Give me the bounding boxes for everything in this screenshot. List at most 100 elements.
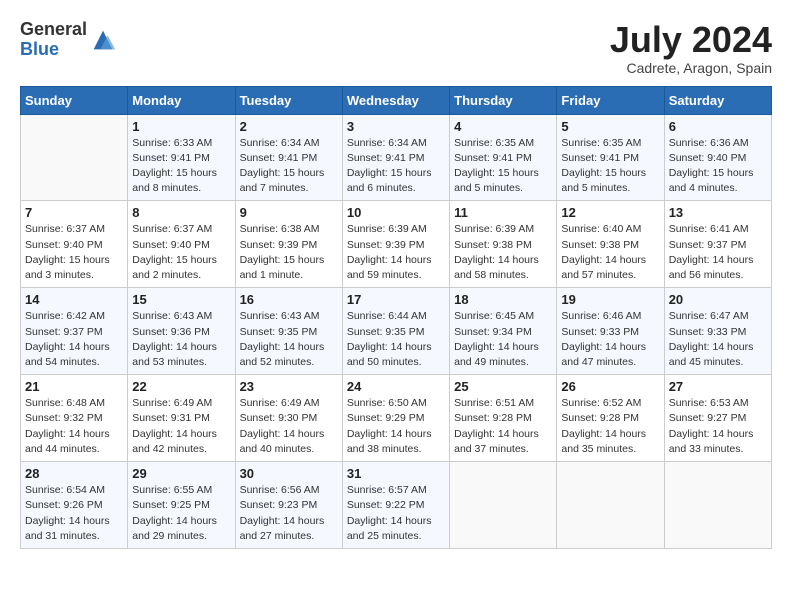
cell-daylight-info: Sunrise: 6:55 AM Sunset: 9:25 PM Dayligh… xyxy=(132,483,230,544)
calendar-cell: 29 Sunrise: 6:55 AM Sunset: 9:25 PM Dayli… xyxy=(128,462,235,549)
calendar-cell xyxy=(21,114,128,201)
day-number: 17 xyxy=(347,292,445,307)
calendar-cell: 17 Sunrise: 6:44 AM Sunset: 9:35 PM Dayli… xyxy=(342,288,449,375)
cell-daylight-info: Sunrise: 6:35 AM Sunset: 9:41 PM Dayligh… xyxy=(454,136,552,197)
cell-daylight-info: Sunrise: 6:34 AM Sunset: 9:41 PM Dayligh… xyxy=(240,136,338,197)
day-number: 14 xyxy=(25,292,123,307)
calendar-cell: 30 Sunrise: 6:56 AM Sunset: 9:23 PM Dayli… xyxy=(235,462,342,549)
logo-icon xyxy=(89,26,117,54)
calendar-cell xyxy=(557,462,664,549)
cell-daylight-info: Sunrise: 6:33 AM Sunset: 9:41 PM Dayligh… xyxy=(132,136,230,197)
calendar-cell: 23 Sunrise: 6:49 AM Sunset: 9:30 PM Dayli… xyxy=(235,375,342,462)
logo: General Blue xyxy=(20,20,117,60)
calendar-cell: 12Sunrise: 6:40 AM Sunset: 9:38 PM Dayli… xyxy=(557,201,664,288)
cell-daylight-info: Sunrise: 6:56 AM Sunset: 9:23 PM Dayligh… xyxy=(240,483,338,544)
day-number: 23 xyxy=(240,379,338,394)
calendar-cell: 10 Sunrise: 6:39 AM Sunset: 9:39 PM Dayli… xyxy=(342,201,449,288)
calendar-cell: 13Sunrise: 6:41 AM Sunset: 9:37 PM Dayli… xyxy=(664,201,771,288)
day-number: 29 xyxy=(132,466,230,481)
cell-daylight-info: Sunrise: 6:40 AM Sunset: 9:38 PM Dayligh… xyxy=(561,222,659,283)
day-number: 30 xyxy=(240,466,338,481)
day-number: 10 xyxy=(347,205,445,220)
day-of-week-header: Friday xyxy=(557,86,664,114)
day-number: 19 xyxy=(561,292,659,307)
day-of-week-header: Monday xyxy=(128,86,235,114)
calendar-cell: 11 Sunrise: 6:39 AM Sunset: 9:38 PM Dayli… xyxy=(450,201,557,288)
month-title: July 2024 xyxy=(610,20,772,60)
location: Cadrete, Aragon, Spain xyxy=(610,60,772,76)
calendar-cell: 3 Sunrise: 6:34 AM Sunset: 9:41 PM Daylig… xyxy=(342,114,449,201)
day-number: 24 xyxy=(347,379,445,394)
calendar-cell: 4 Sunrise: 6:35 AM Sunset: 9:41 PM Daylig… xyxy=(450,114,557,201)
day-number: 18 xyxy=(454,292,552,307)
calendar-table: SundayMondayTuesdayWednesdayThursdayFrid… xyxy=(20,86,772,549)
cell-daylight-info: Sunrise: 6:53 AM Sunset: 9:27 PM Dayligh… xyxy=(669,396,767,457)
calendar-cell: 8 Sunrise: 6:37 AM Sunset: 9:40 PM Daylig… xyxy=(128,201,235,288)
calendar-cell: 19 Sunrise: 6:46 AM Sunset: 9:33 PM Dayli… xyxy=(557,288,664,375)
cell-daylight-info: Sunrise: 6:43 AM Sunset: 9:35 PM Dayligh… xyxy=(240,309,338,370)
day-number: 27 xyxy=(669,379,767,394)
cell-daylight-info: Sunrise: 6:46 AM Sunset: 9:33 PM Dayligh… xyxy=(561,309,659,370)
cell-daylight-info: Sunrise: 6:52 AM Sunset: 9:28 PM Dayligh… xyxy=(561,396,659,457)
day-number: 4 xyxy=(454,119,552,134)
cell-daylight-info: Sunrise: 6:47 AM Sunset: 9:33 PM Dayligh… xyxy=(669,309,767,370)
cell-daylight-info: Sunrise: 6:41 AM Sunset: 9:37 PM Dayligh… xyxy=(669,222,767,283)
cell-daylight-info: Sunrise: 6:34 AM Sunset: 9:41 PM Dayligh… xyxy=(347,136,445,197)
calendar-cell: 20Sunrise: 6:47 AM Sunset: 9:33 PM Dayli… xyxy=(664,288,771,375)
calendar-cell: 27 Sunrise: 6:53 AM Sunset: 9:27 PM Dayli… xyxy=(664,375,771,462)
day-of-week-header: Thursday xyxy=(450,86,557,114)
day-of-week-header: Wednesday xyxy=(342,86,449,114)
cell-daylight-info: Sunrise: 6:39 AM Sunset: 9:39 PM Dayligh… xyxy=(347,222,445,283)
calendar-cell: 28 Sunrise: 6:54 AM Sunset: 9:26 PM Dayli… xyxy=(21,462,128,549)
calendar-cell: 26 Sunrise: 6:52 AM Sunset: 9:28 PM Dayli… xyxy=(557,375,664,462)
day-number: 26 xyxy=(561,379,659,394)
logo-general: General xyxy=(20,20,87,40)
day-number: 8 xyxy=(132,205,230,220)
calendar-week-row: 21 Sunrise: 6:48 AM Sunset: 9:32 PM Dayli… xyxy=(21,375,772,462)
cell-daylight-info: Sunrise: 6:39 AM Sunset: 9:38 PM Dayligh… xyxy=(454,222,552,283)
logo-blue: Blue xyxy=(20,40,87,60)
cell-daylight-info: Sunrise: 6:36 AM Sunset: 9:40 PM Dayligh… xyxy=(669,136,767,197)
calendar-cell: 7Sunrise: 6:37 AM Sunset: 9:40 PM Daylig… xyxy=(21,201,128,288)
calendar-cell: 15Sunrise: 6:43 AM Sunset: 9:36 PM Dayli… xyxy=(128,288,235,375)
cell-daylight-info: Sunrise: 6:45 AM Sunset: 9:34 PM Dayligh… xyxy=(454,309,552,370)
cell-daylight-info: Sunrise: 6:49 AM Sunset: 9:31 PM Dayligh… xyxy=(132,396,230,457)
cell-daylight-info: Sunrise: 6:35 AM Sunset: 9:41 PM Dayligh… xyxy=(561,136,659,197)
cell-daylight-info: Sunrise: 6:51 AM Sunset: 9:28 PM Dayligh… xyxy=(454,396,552,457)
day-number: 25 xyxy=(454,379,552,394)
day-number: 5 xyxy=(561,119,659,134)
day-number: 21 xyxy=(25,379,123,394)
cell-daylight-info: Sunrise: 6:49 AM Sunset: 9:30 PM Dayligh… xyxy=(240,396,338,457)
day-of-week-header: Saturday xyxy=(664,86,771,114)
day-number: 2 xyxy=(240,119,338,134)
calendar-cell: 5 Sunrise: 6:35 AM Sunset: 9:41 PM Daylig… xyxy=(557,114,664,201)
calendar-cell: 16 Sunrise: 6:43 AM Sunset: 9:35 PM Dayli… xyxy=(235,288,342,375)
calendar-cell: 18 Sunrise: 6:45 AM Sunset: 9:34 PM Dayli… xyxy=(450,288,557,375)
calendar-cell xyxy=(664,462,771,549)
day-number: 3 xyxy=(347,119,445,134)
calendar-week-row: 28 Sunrise: 6:54 AM Sunset: 9:26 PM Dayli… xyxy=(21,462,772,549)
day-number: 31 xyxy=(347,466,445,481)
calendar-cell: 14Sunrise: 6:42 AM Sunset: 9:37 PM Dayli… xyxy=(21,288,128,375)
day-number: 16 xyxy=(240,292,338,307)
day-number: 28 xyxy=(25,466,123,481)
day-number: 22 xyxy=(132,379,230,394)
cell-daylight-info: Sunrise: 6:44 AM Sunset: 9:35 PM Dayligh… xyxy=(347,309,445,370)
day-number: 11 xyxy=(454,205,552,220)
day-number: 9 xyxy=(240,205,338,220)
calendar-cell: 25 Sunrise: 6:51 AM Sunset: 9:28 PM Dayli… xyxy=(450,375,557,462)
cell-daylight-info: Sunrise: 6:43 AM Sunset: 9:36 PM Dayligh… xyxy=(132,309,230,370)
calendar-cell: 2 Sunrise: 6:34 AM Sunset: 9:41 PM Daylig… xyxy=(235,114,342,201)
calendar-cell xyxy=(450,462,557,549)
day-number: 7 xyxy=(25,205,123,220)
title-block: July 2024 Cadrete, Aragon, Spain xyxy=(610,20,772,76)
cell-daylight-info: Sunrise: 6:37 AM Sunset: 9:40 PM Dayligh… xyxy=(132,222,230,283)
calendar-cell: 24 Sunrise: 6:50 AM Sunset: 9:29 PM Dayli… xyxy=(342,375,449,462)
cell-daylight-info: Sunrise: 6:38 AM Sunset: 9:39 PM Dayligh… xyxy=(240,222,338,283)
cell-daylight-info: Sunrise: 6:48 AM Sunset: 9:32 PM Dayligh… xyxy=(25,396,123,457)
cell-daylight-info: Sunrise: 6:54 AM Sunset: 9:26 PM Dayligh… xyxy=(25,483,123,544)
calendar-cell: 21 Sunrise: 6:48 AM Sunset: 9:32 PM Dayli… xyxy=(21,375,128,462)
day-of-week-header: Tuesday xyxy=(235,86,342,114)
day-number: 6 xyxy=(669,119,767,134)
cell-daylight-info: Sunrise: 6:50 AM Sunset: 9:29 PM Dayligh… xyxy=(347,396,445,457)
